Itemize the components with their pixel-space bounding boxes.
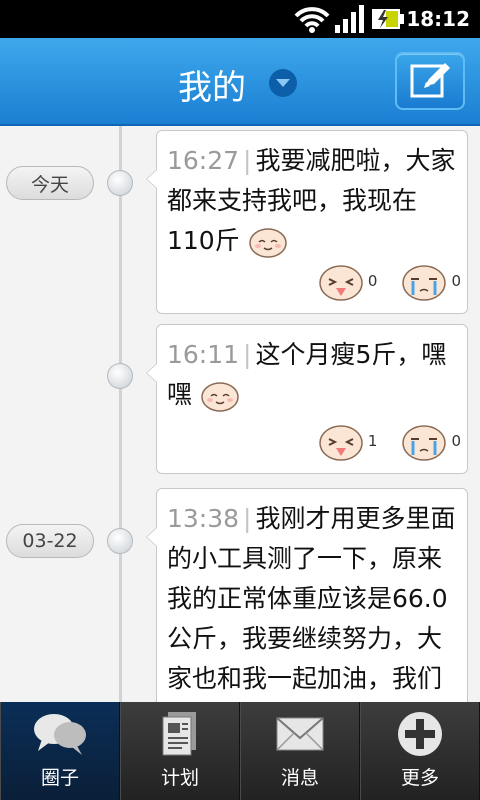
like-count: 0 [367,272,378,290]
happy-face-icon [201,382,239,412]
nav-more[interactable]: 更多 [360,702,480,800]
wifi-icon [294,7,330,33]
battery-charging-icon [372,9,404,29]
status-bar: 18:12 [0,0,480,38]
like-count: 1 [367,432,378,450]
timeline-dot [107,528,133,554]
header: 我的 [0,38,480,126]
post-text: 我刚才用更多里面的小工具测了一下，原来我的正常体重应该是66.0公斤，我要继续努… [167,504,456,693]
bottom-nav: 圈子 计划 消息 更多 [0,702,480,800]
post-card[interactable]: 16:27 | 我要减肥啦，大家都来支持我吧，我现在110斤 0 0 [146,130,468,314]
cry-reaction[interactable]: 0 [401,421,461,461]
nav-label: 计划 [160,767,199,789]
crying-face-icon [402,425,447,461]
timeline[interactable]: 今天 03-22 16:27|我要减肥啦，大家都来支持我吧，我现在110斤 [0,126,480,702]
date-label-0322: 03-22 [6,524,94,558]
post-time: 13:38 [167,504,240,533]
chat-bubbles-icon [34,714,86,755]
nav-label: 更多 [400,767,439,789]
nav-plan[interactable]: 计划 [120,702,240,800]
nav-label: 消息 [280,767,319,789]
timeline-dot [107,170,133,196]
timeline-line [119,126,122,702]
document-icon [162,712,196,756]
nav-messages[interactable]: 消息 [240,702,360,800]
post-card[interactable]: 16:11 | 这个月瘦5斤，嘿嘿 1 0 [146,324,468,474]
edit-icon [410,63,450,98]
happy-face-icon [248,228,287,258]
compose-button[interactable] [395,52,465,110]
date-label-today: 今天 [6,166,94,200]
cry-count: 0 [451,272,461,290]
like-reaction[interactable]: 0 [318,261,378,301]
nav-circle[interactable]: 圈子 [0,702,120,800]
post-time: 16:11 [167,340,240,369]
cry-reaction[interactable]: 0 [401,261,461,301]
chevron-down-icon[interactable] [269,69,297,97]
signal-icon [335,5,364,33]
clock: 18:12 [406,7,470,31]
post-time: 16:27 [167,146,240,175]
cry-count: 0 [451,432,461,450]
crying-face-icon [402,265,447,301]
nav-label: 圈子 [40,767,79,789]
post-card[interactable]: 13:38 | 我刚才用更多里面的小工具测了一下，原来我的正常体重应该是66.0公斤… [146,488,468,702]
plus-circle-icon [398,712,442,756]
laugh-face-icon [319,425,363,461]
envelope-icon [276,717,324,751]
like-reaction[interactable]: 1 [318,421,378,461]
timeline-dot [107,363,133,389]
laugh-face-icon [319,265,363,301]
page-title[interactable]: 我的 [178,60,246,109]
